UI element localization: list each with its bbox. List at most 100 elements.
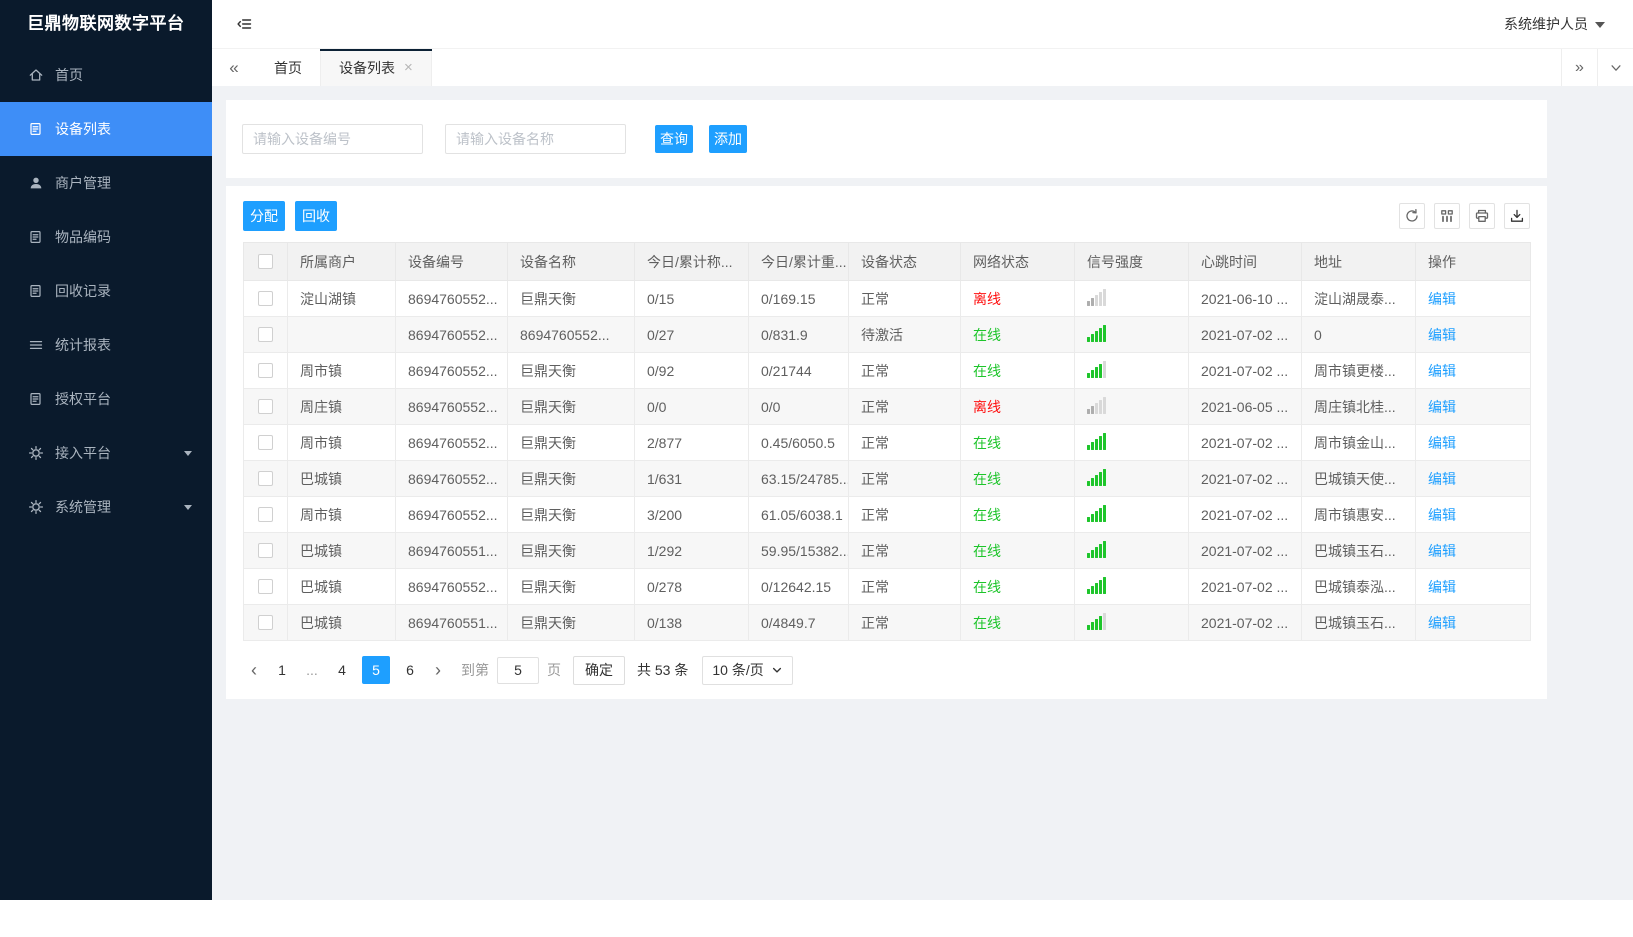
sidebar-item-recycle-records[interactable]: 回收记录 [0, 264, 212, 318]
page-unit-label: 页 [547, 662, 561, 678]
row-checkbox[interactable] [258, 399, 273, 414]
row-checkbox[interactable] [258, 327, 273, 342]
page-number-5[interactable]: 5 [362, 656, 390, 684]
sidebar-item-authorization-platform[interactable]: 授权平台 [0, 372, 212, 426]
tabs-scroll-left-button[interactable]: « [212, 49, 256, 86]
row-checkbox[interactable] [258, 507, 273, 522]
tab-home[interactable]: 首页 [256, 49, 320, 86]
close-icon[interactable]: × [404, 60, 413, 75]
cell-actions: 编辑 [1415, 604, 1531, 641]
edit-link[interactable]: 编辑 [1428, 363, 1456, 379]
sidebar-item-merchant-management[interactable]: 商户管理 [0, 156, 212, 210]
page-size-value: 10 条/页 [712, 662, 764, 678]
assign-button[interactable]: 分配 [243, 201, 285, 231]
cell-network-status: 在线 [960, 316, 1075, 353]
table-row: 8694760552... 8694760552... 0/27 0/831.9… [243, 316, 1531, 353]
edit-link[interactable]: 编辑 [1428, 579, 1456, 595]
page-number-1[interactable]: 1 [268, 656, 296, 684]
refresh-button[interactable] [1399, 203, 1425, 229]
cell-network-status: 离线 [960, 280, 1075, 317]
tab-label: 首页 [274, 59, 302, 76]
page-number-6[interactable]: 6 [396, 656, 424, 684]
cell-device-status: 正常 [848, 568, 961, 605]
columns-button[interactable] [1434, 203, 1460, 229]
cell-device-name: 巨鼎天衡 [507, 280, 635, 317]
row-checkbox[interactable] [258, 363, 273, 378]
cell-today-total-weight: 59.95/15382... [748, 532, 849, 569]
recycle-button[interactable]: 回收 [295, 201, 337, 231]
cell-device-no: 8694760552... [395, 496, 508, 533]
cell-signal-strength [1074, 352, 1189, 389]
network-status-badge: 在线 [973, 434, 1001, 451]
signal-strength-indicator [1087, 576, 1106, 594]
cell-signal-strength [1074, 568, 1189, 605]
sidebar-item-access-platform[interactable]: 接入平台 [0, 426, 212, 480]
cell-merchant: 巴城镇 [287, 604, 396, 641]
tab-device-list[interactable]: 设备列表 × [320, 49, 432, 86]
cell-today-total-count: 0/138 [634, 604, 749, 641]
cell-device-name: 巨鼎天衡 [507, 568, 635, 605]
cell-heartbeat-time: 2021-06-05 ... [1188, 388, 1302, 425]
doc-icon [27, 283, 44, 299]
goto-page-label: 到第 [461, 662, 489, 678]
main-area: 系统维护人员 « 首页 设备列表 × » 查询 添加 [212, 0, 1633, 900]
signal-strength-indicator [1087, 396, 1106, 414]
cell-select [243, 496, 288, 533]
cell-address: 周市镇惠安... [1301, 496, 1416, 533]
device-name-input[interactable] [445, 124, 626, 154]
query-button[interactable]: 查询 [655, 125, 693, 153]
sidebar-item-label: 物品编码 [55, 229, 111, 245]
sidebar-item-device-list[interactable]: 设备列表 [0, 102, 212, 156]
sidebar-item-system-management[interactable]: 系统管理 [0, 480, 212, 534]
table-row: 淀山湖镇 8694760552... 巨鼎天衡 0/15 0/169.15 正常… [243, 280, 1531, 317]
tabs-scroll-right-button[interactable]: » [1561, 49, 1597, 86]
user-menu[interactable]: 系统维护人员 [1504, 14, 1605, 34]
print-button[interactable] [1469, 203, 1495, 229]
row-checkbox[interactable] [258, 471, 273, 486]
edit-link[interactable]: 编辑 [1428, 615, 1456, 631]
prev-page-button[interactable]: ‹ [243, 661, 265, 679]
cell-today-total-count: 3/200 [634, 496, 749, 533]
table-row: 周市镇 8694760552... 巨鼎天衡 0/92 0/21744 正常 在… [243, 352, 1531, 389]
cell-address: 0 [1301, 316, 1416, 353]
select-all-checkbox[interactable] [258, 254, 273, 269]
export-button[interactable] [1504, 203, 1530, 229]
confirm-page-button[interactable]: 确定 [573, 655, 625, 685]
cell-heartbeat-time: 2021-07-02 ... [1188, 316, 1302, 353]
page-number-4[interactable]: 4 [328, 656, 356, 684]
edit-link[interactable]: 编辑 [1428, 399, 1456, 415]
column-header-device-no: 设备编号 [395, 242, 508, 281]
cell-device-status: 正常 [848, 496, 961, 533]
sidebar-toggle-icon[interactable] [236, 16, 253, 32]
sidebar-item-label: 首页 [55, 67, 83, 83]
row-checkbox[interactable] [258, 291, 273, 306]
edit-link[interactable]: 编辑 [1428, 435, 1456, 451]
next-page-button[interactable]: › [427, 661, 449, 679]
edit-link[interactable]: 编辑 [1428, 327, 1456, 343]
column-header-network-status: 网络状态 [960, 242, 1075, 281]
edit-link[interactable]: 编辑 [1428, 507, 1456, 523]
edit-link[interactable]: 编辑 [1428, 471, 1456, 487]
add-button[interactable]: 添加 [709, 125, 747, 153]
cell-device-no: 8694760551... [395, 604, 508, 641]
cell-actions: 编辑 [1415, 352, 1531, 389]
edit-link[interactable]: 编辑 [1428, 543, 1456, 559]
top-header: 系统维护人员 [212, 0, 1633, 48]
edit-link[interactable]: 编辑 [1428, 291, 1456, 307]
row-checkbox[interactable] [258, 435, 273, 450]
device-no-input[interactable] [242, 124, 423, 154]
goto-page-input[interactable] [497, 656, 539, 684]
refresh-icon [1404, 208, 1420, 224]
search-panel: 查询 添加 [226, 100, 1547, 178]
row-checkbox[interactable] [258, 543, 273, 558]
tabs-menu-button[interactable] [1597, 49, 1633, 86]
sidebar-item-home[interactable]: 首页 [0, 48, 212, 102]
tabbar-spacer [432, 49, 1561, 86]
signal-strength-indicator [1087, 288, 1106, 306]
signal-strength-indicator [1087, 612, 1106, 630]
row-checkbox[interactable] [258, 579, 273, 594]
page-size-select[interactable]: 10 条/页 [702, 655, 793, 685]
row-checkbox[interactable] [258, 615, 273, 630]
sidebar-item-item-codes[interactable]: 物品编码 [0, 210, 212, 264]
sidebar-item-statistics-reports[interactable]: 统计报表 [0, 318, 212, 372]
